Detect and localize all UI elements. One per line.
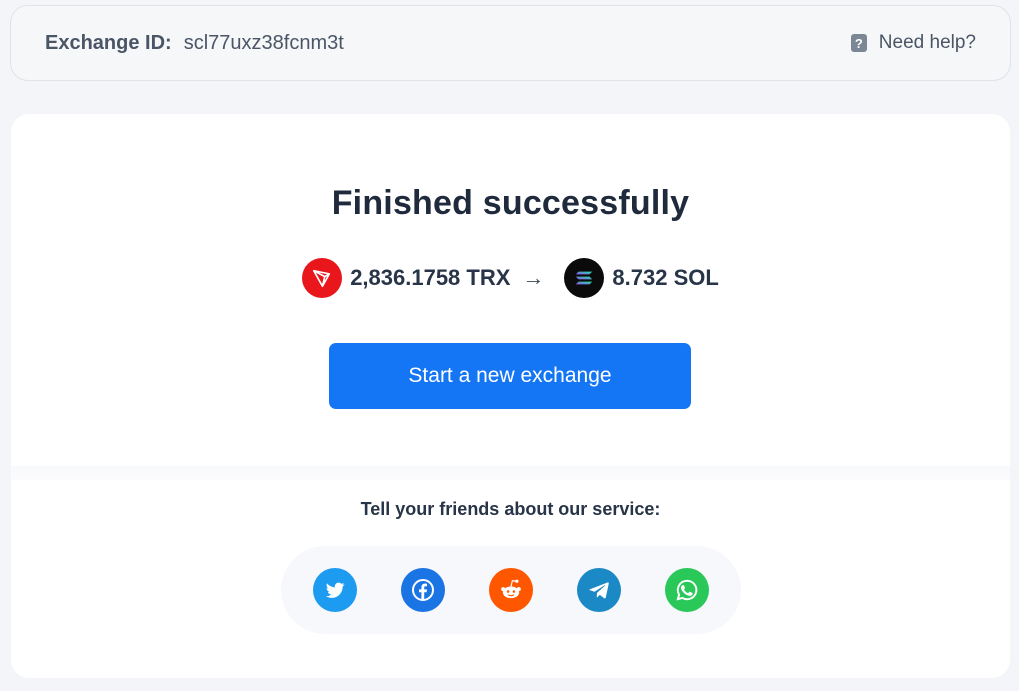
- exchange-header: Exchange ID: scl77uxz38fcnm3t ? Need hel…: [10, 5, 1011, 81]
- twitter-icon: [325, 582, 345, 598]
- reddit-share-button[interactable]: [489, 568, 533, 612]
- swap-summary: 2,836.1758 TRX → 8.732 SOL: [11, 258, 1010, 298]
- to-amount: 8.732 SOL: [612, 265, 719, 290]
- share-buttons: [281, 546, 741, 634]
- question-icon: ?: [850, 34, 867, 52]
- whatsapp-icon: [676, 579, 698, 601]
- result-section: Finished successfully 2,836.1758 TRX → 8…: [11, 114, 1010, 466]
- twitter-share-button[interactable]: [313, 568, 357, 612]
- reddit-icon: [501, 579, 521, 599]
- share-title: Tell your friends about our service:: [360, 499, 661, 519]
- whatsapp-share-button[interactable]: [665, 568, 709, 612]
- tron-icon: [302, 258, 343, 298]
- exchange-id-value[interactable]: scl77uxz38fcnm3t: [184, 32, 344, 55]
- help-link[interactable]: ? Need help?: [850, 32, 976, 54]
- page-title: Finished successfully: [331, 184, 690, 222]
- telegram-icon: [589, 582, 609, 599]
- exchange-id-label: Exchange ID:: [45, 31, 172, 54]
- facebook-share-button[interactable]: [401, 568, 445, 612]
- arrow-icon: →: [522, 265, 545, 290]
- from-amount: 2,836.1758 TRX: [350, 265, 511, 290]
- solana-icon: [564, 258, 605, 298]
- section-divider: [11, 466, 1010, 480]
- result-card: Finished successfully 2,836.1758 TRX → 8…: [11, 114, 1010, 678]
- telegram-share-button[interactable]: [577, 568, 621, 612]
- start-new-exchange-button[interactable]: Start a new exchange: [329, 343, 691, 409]
- exchange-id: Exchange ID: scl77uxz38fcnm3t: [45, 32, 344, 55]
- facebook-icon: [412, 579, 434, 601]
- help-label: Need help?: [878, 32, 976, 53]
